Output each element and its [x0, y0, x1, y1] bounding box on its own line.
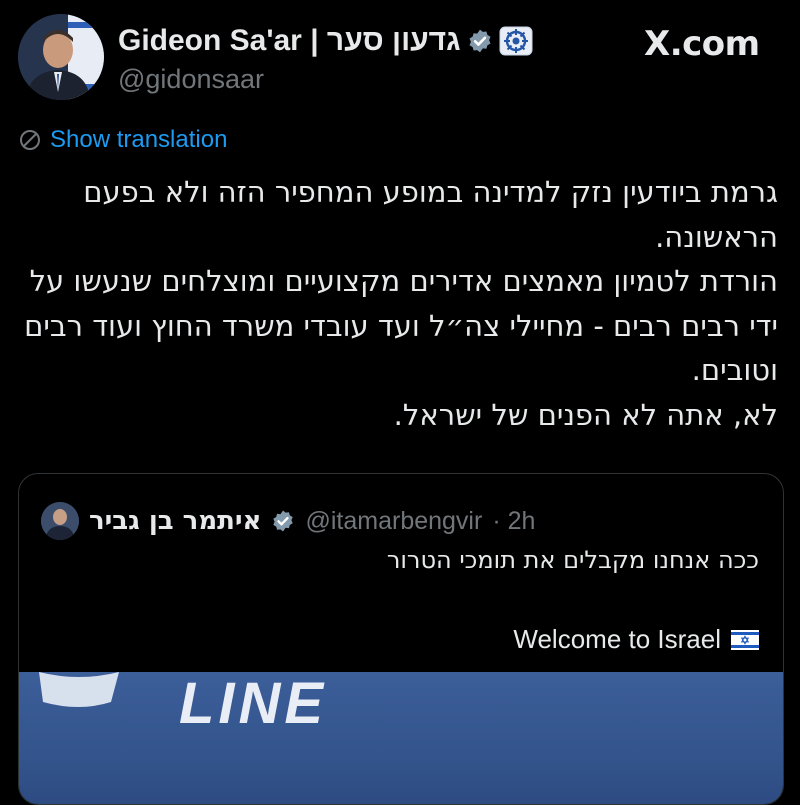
translate-globe-icon	[20, 130, 40, 150]
quoted-tweet-text: ככה אנחנו מקבלים את תומכי הטרור	[386, 546, 759, 574]
quoted-verified-badge-icon	[273, 510, 294, 532]
quoted-tweet-time[interactable]: · 2h	[492, 507, 535, 536]
author-name-row[interactable]: Gideon Sa'ar | גדעון סער	[118, 24, 533, 58]
tweet-paragraph: לא, אתה לא הפנים של ישראל.	[393, 397, 778, 432]
author-handle[interactable]: @gidonsaar	[118, 64, 264, 95]
x-brand-logo: X.com	[644, 24, 760, 64]
quoted-author-name[interactable]: איתמר בן גביר	[89, 506, 261, 536]
quoted-tweet[interactable]: איתמר בן גביר @itamarbengvir · 2h ככה אנ…	[18, 473, 784, 805]
author-name[interactable]: Gideon Sa'ar | גדעון סער	[118, 24, 461, 58]
tweet-paragraph: הורדת לטמיון מאמצים אדירים מקצועיים ומוצ…	[24, 264, 778, 387]
quoted-tweet-caption-text: Welcome to Israel	[513, 624, 721, 654]
quoted-tweet-caption: Welcome to Israel	[513, 624, 759, 655]
media-line-text: LINE	[179, 672, 328, 736]
affiliation-emblem-icon	[499, 26, 533, 56]
author-avatar[interactable]	[18, 14, 104, 100]
israel-flag-icon	[731, 629, 759, 650]
media-decor-shape	[39, 672, 119, 707]
quoted-author-avatar[interactable]	[41, 502, 79, 540]
verified-badge-icon	[469, 29, 491, 53]
tweet-paragraph: גרמת ביודעין נזק למדינה במופע המחפיר הזה…	[83, 175, 778, 254]
quoted-tweet-media-image[interactable]: LINE	[19, 672, 783, 804]
show-translation-label: Show translation	[50, 126, 228, 153]
quoted-author-handle[interactable]: @itamarbengvir	[305, 507, 482, 536]
quoted-tweet-header: איתמר בן גביר @itamarbengvir · 2h	[41, 502, 535, 540]
tweet-text: גרמת ביודעין נזק למדינה במופע המחפיר הזה…	[18, 170, 778, 437]
show-translation-link[interactable]: Show translation	[18, 126, 227, 154]
